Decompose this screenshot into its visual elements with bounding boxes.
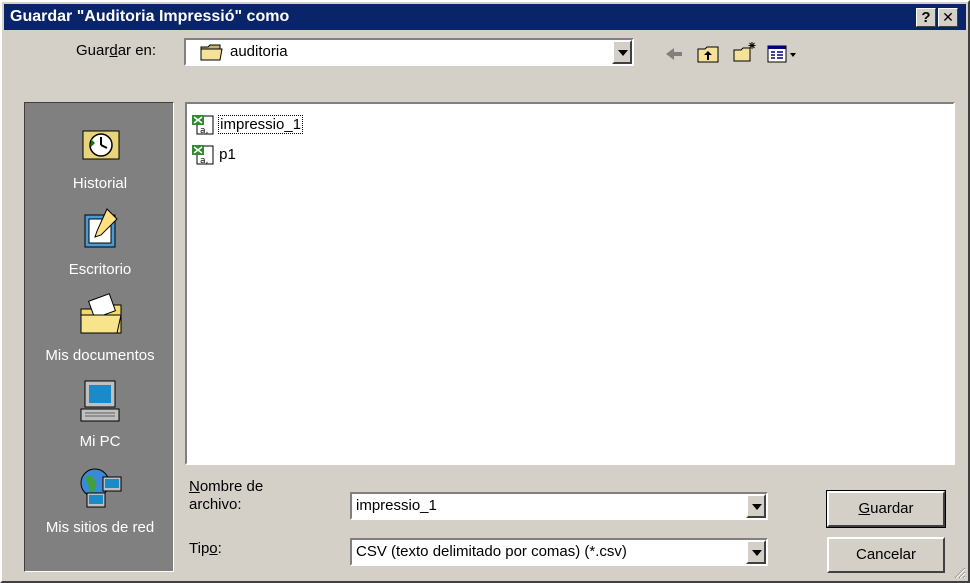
look-in-combo[interactable]: auditoria: [184, 38, 634, 66]
my-documents-icon: [77, 291, 125, 339]
svg-text:a,: a,: [200, 156, 208, 166]
save-button[interactable]: Guardar: [826, 490, 946, 528]
cancel-button[interactable]: Cancelar: [827, 537, 945, 573]
place-escritorio[interactable]: Escritorio: [25, 201, 175, 287]
places-bar: Historial Escritorio Mis documentos Mi P…: [24, 102, 174, 572]
place-mis-sitios-de-red[interactable]: Mis sitios de red: [25, 459, 175, 545]
list-item[interactable]: a, impressio_1: [191, 114, 304, 136]
look-in-value: auditoria: [230, 43, 288, 60]
resize-grip[interactable]: [952, 565, 966, 579]
close-button[interactable]: ✕: [938, 8, 958, 27]
my-computer-icon: [77, 377, 125, 425]
file-list[interactable]: a, impressio_1 a, p1: [185, 102, 955, 465]
new-folder-icon[interactable]: [732, 40, 758, 64]
view-menu-icon[interactable]: [766, 42, 802, 66]
save-as-dialog: Guardar "Auditoria Impressió" como ? ✕ G…: [0, 0, 970, 583]
svg-text:a,: a,: [200, 126, 208, 136]
back-arrow-icon[interactable]: [662, 42, 688, 66]
window-title: Guardar "Auditoria Impressió" como: [10, 8, 290, 25]
place-mis-documentos[interactable]: Mis documentos: [25, 287, 175, 373]
filetype-select[interactable]: CSV (texto delimitado por comas) (*.csv): [350, 538, 768, 566]
up-folder-icon[interactable]: [696, 42, 722, 66]
list-item[interactable]: a, p1: [191, 144, 236, 166]
filename-field[interactable]: impressio_1: [350, 492, 768, 520]
desktop-icon: [77, 205, 125, 253]
filetype-dropdown-arrow[interactable]: [746, 540, 766, 564]
look-in-label: Guardar en:: [76, 42, 157, 59]
place-historial[interactable]: Historial: [25, 115, 175, 201]
help-button[interactable]: ?: [916, 8, 936, 27]
csv-file-icon: a,: [191, 144, 215, 166]
filename-label: Nombre de archivo:: [189, 478, 264, 513]
filename-value[interactable]: impressio_1: [356, 497, 437, 514]
csv-file-icon: a,: [191, 114, 215, 136]
filetype-value: CSV (texto delimitado por comas) (*.csv): [356, 543, 627, 560]
filename-dropdown-arrow[interactable]: [746, 494, 766, 518]
title-bar[interactable]: Guardar "Auditoria Impressió" como ? ✕: [4, 4, 966, 30]
filetype-label: Tipo:: [189, 540, 222, 557]
place-mi-pc[interactable]: Mi PC: [25, 373, 175, 459]
history-icon: [77, 119, 125, 167]
look-in-dropdown-arrow[interactable]: [612, 40, 632, 64]
folder-icon: [200, 42, 224, 66]
network-places-icon: [77, 463, 125, 511]
